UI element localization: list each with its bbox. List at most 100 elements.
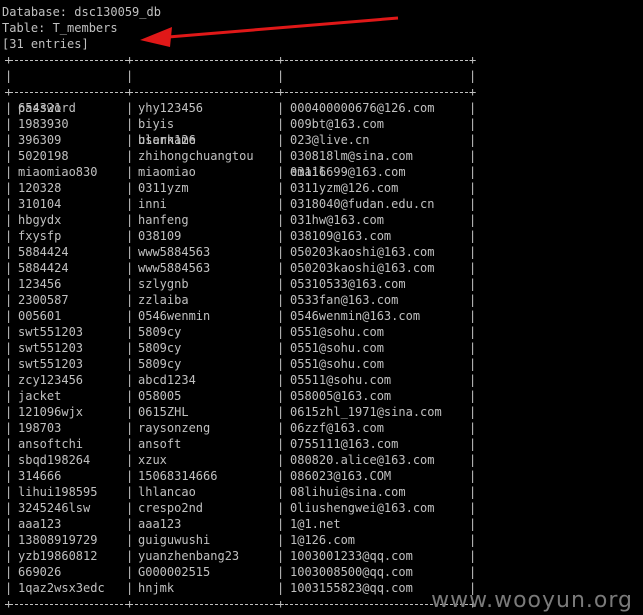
cell-password: 5884424 xyxy=(18,245,69,259)
cell-username: abcd1234 xyxy=(138,373,196,387)
cell-password: hbgydx xyxy=(18,213,62,227)
table-body: | 654321 | yhy123456 | 000400000676@126.com | |… xyxy=(2,100,642,596)
cell-email: 000400000676@126.com xyxy=(290,101,435,115)
cell-email: 058005@163.com xyxy=(290,389,392,403)
table-row: | 396309 | blank126 | 023@live.cn | xyxy=(5,133,477,147)
cell-email: 1@126.com xyxy=(290,533,356,547)
table-row: | 3245246lsw | crespo2nd | 0liushengwei@163.c… xyxy=(5,501,477,515)
cell-password: aaa123 xyxy=(18,517,62,531)
cell-username: hnjmk xyxy=(138,581,175,595)
cell-email: 050203kaoshi@163.com xyxy=(290,261,435,275)
cell-password: 1983930 xyxy=(18,117,69,131)
cell-password: 121096wjx xyxy=(18,405,84,419)
table-row: | 5884424 | www5884563 | 050203kaoshi@163.com… xyxy=(5,245,477,259)
cell-password: sbqd198264 xyxy=(18,453,91,467)
table-row: | sbqd198264 | xzux | 080820.alice@163.com | xyxy=(5,453,477,467)
cell-password: swt551203 xyxy=(18,325,84,339)
table-row: | 198703 | raysonzeng | 06zzf@163.com | xyxy=(5,421,477,435)
table-row: | swt551203 | 5809cy | 0551@sohu.com | xyxy=(5,357,477,371)
cell-password: ansoftchi xyxy=(18,437,84,451)
cell-email: 0755111@163.com xyxy=(290,437,399,451)
table-row: | fxysfp | 038109 | 038109@163.com | xyxy=(5,229,477,243)
terminal-output: Database: dsc130059_db Table: T_members … xyxy=(2,4,642,612)
cell-username: szlygnb xyxy=(138,277,189,291)
table-row: | aaa123 | aaa123 | 1@1.net | xyxy=(5,517,477,531)
cell-password: 396309 xyxy=(18,133,62,147)
cell-username: miaomiao xyxy=(138,165,196,179)
table-row: | lihui198595 | lhlancao | 08lihui@sina.com | xyxy=(5,485,477,499)
cell-password: 310104 xyxy=(18,197,62,211)
cell-email: 05511@sohu.com xyxy=(290,373,392,387)
cell-password: 13808919729 xyxy=(18,533,98,547)
cell-email: 08lihui@sina.com xyxy=(290,485,406,499)
table-row: | 310104 | inni | 0318040@fudan.edu.cn | xyxy=(5,197,477,211)
cell-email: 0liushengwei@163.com xyxy=(290,501,435,515)
cell-email: 0318040@fudan.edu.cn xyxy=(290,197,435,211)
table-row: | jacket | 058005 | 058005@163.com | xyxy=(5,389,477,403)
table-row: | swt551203 | 5809cy | 0551@sohu.com | xyxy=(5,341,477,355)
cell-username: hanfeng xyxy=(138,213,189,227)
cell-email: 0615zhl_1971@sina.com xyxy=(290,405,442,419)
cell-username: yhy123456 xyxy=(138,101,204,115)
cell-username: raysonzeng xyxy=(138,421,211,435)
cell-email: 086023@163.COM xyxy=(290,469,392,483)
cell-email: 1003001233@qq.com xyxy=(290,549,413,563)
cell-email: 0551@sohu.com xyxy=(290,325,384,339)
cell-username: 0546wenmin xyxy=(138,309,211,323)
table-row: | 654321 | yhy123456 | 000400000676@126.com | xyxy=(5,101,477,115)
cell-email: 0546wenmin@163.com xyxy=(290,309,421,323)
table-row: | 2300587 | zzlaiba | 0533fan@163.com | xyxy=(5,293,477,307)
cell-password: jacket xyxy=(18,389,62,403)
cell-password: 198703 xyxy=(18,421,62,435)
cell-email: 080820.alice@163.com xyxy=(290,453,435,467)
cell-username: 0615ZHL xyxy=(138,405,189,419)
cell-email: 023@live.cn xyxy=(290,133,370,147)
table-row: | zcy123456 | abcd1234 | 05511@sohu.com | xyxy=(5,373,477,387)
cell-username: www5884563 xyxy=(138,261,211,275)
cell-email: 05310533@163.com xyxy=(290,277,406,291)
cell-email: 030818lm@sina.com xyxy=(290,149,413,163)
cell-email: 0551@sohu.com xyxy=(290,341,384,355)
table-row: | swt551203 | 5809cy | 0551@sohu.com | xyxy=(5,325,477,339)
cell-password: 1qaz2wsx3edc xyxy=(18,581,105,595)
cell-username: crespo2nd xyxy=(138,501,204,515)
watermark: www.wooyun.org xyxy=(431,588,633,613)
cell-email: 031hw@163.com xyxy=(290,213,384,227)
table-row: | 123456 | szlygnb | 05310533@163.com | xyxy=(5,277,477,291)
cell-password: zcy123456 xyxy=(18,373,84,387)
cell-password: fxysfp xyxy=(18,229,62,243)
cell-email: 0311yzm@126.com xyxy=(290,181,399,195)
cell-username: 5809cy xyxy=(138,341,182,355)
cell-username: blank126 xyxy=(138,133,196,147)
cell-password: yzb19860812 xyxy=(18,549,98,563)
table-row: | 5884424 | www5884563 | 050203kaoshi@163.com… xyxy=(5,261,477,275)
cell-password: 669026 xyxy=(18,565,62,579)
table-row: | 121096wjx | 0615ZHL | 0615zhl_1971@sina.com… xyxy=(5,405,477,419)
cell-password: 654321 xyxy=(18,101,62,115)
table-row: | miaomiao830 | miaomiao | 03116699@163.com | xyxy=(5,165,477,179)
table-row: | hbgydx | hanfeng | 031hw@163.com | xyxy=(5,213,477,227)
cell-password: lihui198595 xyxy=(18,485,98,499)
table-row: | 5020198 | zhihongchuangtou | 030818lm@sina.… xyxy=(5,149,477,163)
cell-username: lhlancao xyxy=(138,485,196,499)
cell-username: yuanzhenbang23 xyxy=(138,549,240,563)
cell-email: 1003008500@qq.com xyxy=(290,565,413,579)
cell-username: zhihongchuangtou xyxy=(138,149,254,163)
cell-username: 0311yzm xyxy=(138,181,189,195)
cell-password: 3245246lsw xyxy=(18,501,91,515)
table-row: | 314666 | 15068314666 | 086023@163.COM | xyxy=(5,469,477,483)
cell-username: inni xyxy=(138,197,167,211)
cell-username: 5809cy xyxy=(138,325,182,339)
cell-email: 050203kaoshi@163.com xyxy=(290,245,435,259)
cell-username: ansoft xyxy=(138,437,182,451)
cell-username: 058005 xyxy=(138,389,182,403)
table-row: | 005601 | 0546wenmin | 0546wenmin@163.com | xyxy=(5,309,477,323)
cell-password: 5020198 xyxy=(18,149,69,163)
cell-email: 1@1.net xyxy=(290,517,341,531)
cell-username: G000002515 xyxy=(138,565,211,579)
table-row: | 1983930 | biyis | 009bt@163.com | xyxy=(5,117,477,131)
table-row: | 120328 | 0311yzm | 0311yzm@126.com | xyxy=(5,181,477,195)
cell-email: 0533fan@163.com xyxy=(290,293,399,307)
cell-password: 5884424 xyxy=(18,261,69,275)
cell-username: guiguwushi xyxy=(138,533,211,547)
